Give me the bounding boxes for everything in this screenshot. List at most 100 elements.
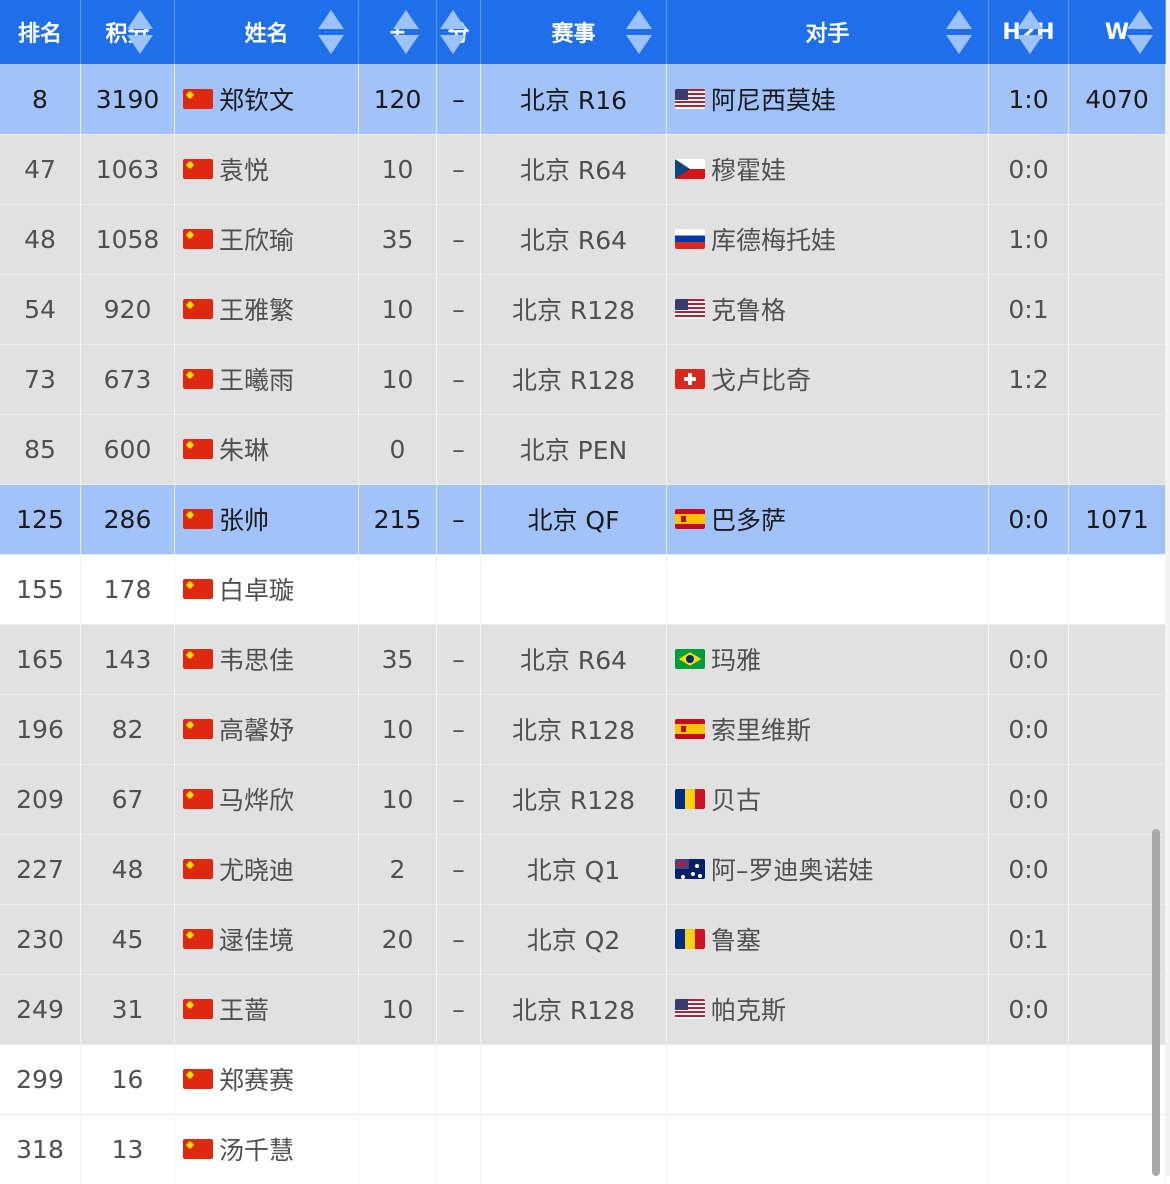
- cell-opponent: 阿尼西莫娃: [667, 64, 989, 134]
- player-name[interactable]: 张帅: [219, 501, 269, 537]
- cell-points: 178: [81, 554, 175, 624]
- cell-h2h: 1:0: [989, 64, 1069, 134]
- sort-up-icon: [318, 10, 344, 29]
- rank-value: 85: [24, 434, 56, 464]
- player-name[interactable]: 郑钦文: [219, 81, 294, 117]
- table-row[interactable]: 196 82 高馨妤 10 – 北京 R128 索里维斯 0:0: [0, 694, 1170, 764]
- cell-minus: –: [437, 484, 481, 554]
- column-header-opponent[interactable]: 对手: [667, 0, 989, 64]
- player-name[interactable]: 汤千慧: [219, 1131, 294, 1167]
- cell-minus: –: [437, 344, 481, 414]
- event-value: 北京 Q2: [526, 926, 621, 955]
- opponent-name[interactable]: 阿–罗迪奥诺娃: [711, 851, 874, 887]
- sort-icon[interactable]: [946, 10, 972, 54]
- player-name[interactable]: 袁悦: [219, 151, 269, 187]
- cell-event: [481, 554, 667, 624]
- vertical-scrollbar[interactable]: [1152, 829, 1160, 1176]
- opponent-name[interactable]: 索里维斯: [711, 711, 811, 747]
- row-divider: [0, 764, 1170, 765]
- row-divider: [0, 414, 1170, 415]
- opponent-name[interactable]: 阿尼西莫娃: [711, 81, 836, 117]
- player-name[interactable]: 郑赛赛: [219, 1061, 294, 1097]
- sort-up-icon: [440, 10, 466, 29]
- event-value: 北京 R128: [511, 996, 636, 1025]
- table-row[interactable]: 299 16 郑赛赛: [0, 1044, 1170, 1114]
- opponent-name[interactable]: 克鲁格: [711, 291, 786, 327]
- sort-icon[interactable]: [1127, 10, 1153, 54]
- table-row[interactable]: 47 1063 袁悦 10 – 北京 R64 穆霍娃 0:0: [0, 134, 1170, 204]
- row-divider: [0, 484, 1170, 485]
- opponent-name[interactable]: 戈卢比奇: [711, 361, 811, 397]
- sort-icon[interactable]: [1017, 10, 1043, 54]
- cell-opponent: [667, 1114, 989, 1184]
- table-row[interactable]: 155 178 白卓璇: [0, 554, 1170, 624]
- cn-flag-icon: [183, 299, 213, 319]
- us-flag-icon: [675, 999, 705, 1019]
- player-name[interactable]: 高馨妤: [219, 711, 294, 747]
- cell-name: 汤千慧: [175, 1114, 359, 1184]
- player-name[interactable]: 王曦雨: [219, 361, 294, 397]
- ro-flag-icon: [675, 929, 705, 949]
- player-name[interactable]: 逯佳境: [219, 921, 294, 957]
- cell-plus: 35: [359, 204, 437, 274]
- cell-points: 67: [81, 764, 175, 834]
- sort-icon[interactable]: [318, 10, 344, 54]
- row-divider: [0, 694, 1170, 695]
- points-value: 600: [103, 434, 152, 464]
- cell-points: 143: [81, 624, 175, 694]
- h2h-value: 0:0: [1008, 784, 1049, 814]
- table-row[interactable]: 54 920 王雅繁 10 – 北京 R128 克鲁格 0:1: [0, 274, 1170, 344]
- sort-up-icon: [1017, 10, 1043, 29]
- table-row[interactable]: 125 286 张帅 215– 北京 QF 巴多萨 0:0 1071: [0, 484, 1170, 554]
- table-row[interactable]: 230 45 逯佳境 20 – 北京 Q2 鲁塞 0:1: [0, 904, 1170, 974]
- player-name[interactable]: 马烨欣: [219, 781, 294, 817]
- sort-icon[interactable]: [127, 10, 153, 54]
- opponent-name[interactable]: 鲁塞: [711, 921, 761, 957]
- cell-plus: 0: [359, 414, 437, 484]
- table-row[interactable]: 48 1058 王欣瑜 35 – 北京 R64 库德梅托娃 1:0: [0, 204, 1170, 274]
- column-header-rank[interactable]: 排名: [0, 0, 81, 64]
- cell-h2h: 0:1: [989, 274, 1069, 344]
- player-name[interactable]: 王蔷: [219, 991, 269, 1027]
- player-name[interactable]: 白卓璇: [219, 571, 294, 607]
- table-row[interactable]: 85 600 朱琳 0 – 北京 PEN: [0, 414, 1170, 484]
- cell-h2h: [989, 1044, 1069, 1114]
- opponent-name[interactable]: 库德梅托娃: [711, 221, 836, 257]
- opponent-name[interactable]: 贝古: [711, 781, 761, 817]
- player-name[interactable]: 尤晓迪: [219, 851, 294, 887]
- table-row[interactable]: 8 3190 郑钦文 120– 北京 R16 阿尼西莫娃 1:0 4070: [0, 64, 1170, 134]
- cell-plus: 10: [359, 694, 437, 764]
- table-row[interactable]: 209 67 马烨欣 10 – 北京 R128 贝古 0:0: [0, 764, 1170, 834]
- sort-icon[interactable]: [393, 10, 419, 54]
- rank-value: 230: [16, 924, 64, 954]
- sort-icon[interactable]: [626, 10, 652, 54]
- rank-value: 165: [16, 644, 64, 674]
- sort-up-icon: [127, 10, 153, 29]
- table-row[interactable]: 73 673 王曦雨 10 – 北京 R128 戈卢比奇 1:2: [0, 344, 1170, 414]
- cell-opponent: 玛雅: [667, 624, 989, 694]
- row-divider: [0, 904, 1170, 905]
- cell-opponent: [667, 1044, 989, 1114]
- opponent-name[interactable]: 巴多萨: [711, 501, 786, 537]
- player-name[interactable]: 朱琳: [219, 431, 269, 467]
- table-row[interactable]: 318 13 汤千慧: [0, 1114, 1170, 1184]
- player-name[interactable]: 王雅繁: [219, 291, 294, 327]
- h2h-value: 0:0: [1008, 644, 1049, 674]
- opponent-name[interactable]: 玛雅: [711, 641, 761, 677]
- cn-flag-icon: [183, 1069, 213, 1089]
- table-row[interactable]: 249 31 王蔷 10 – 北京 R128 帕克斯 0:0: [0, 974, 1170, 1044]
- cell-points: 920: [81, 274, 175, 344]
- player-name[interactable]: 王欣瑜: [219, 221, 294, 257]
- table-row[interactable]: 165 143 韦思佳 35 – 北京 R64 玛雅 0:0: [0, 624, 1170, 694]
- sort-up-icon: [1127, 10, 1153, 29]
- table-row[interactable]: 227 48 尤晓迪 2 – 北京 Q1 阿–罗迪奥诺娃 0:0: [0, 834, 1170, 904]
- opponent-name[interactable]: 穆霍娃: [711, 151, 786, 187]
- sort-icon[interactable]: [440, 10, 466, 54]
- rank-value: 125: [16, 504, 64, 534]
- player-name[interactable]: 韦思佳: [219, 641, 294, 677]
- sort-down-icon: [946, 35, 972, 54]
- row-divider: [0, 1044, 1170, 1045]
- cell-plus: 120: [359, 64, 437, 134]
- rank-value: 318: [16, 1134, 64, 1164]
- opponent-name[interactable]: 帕克斯: [711, 991, 786, 1027]
